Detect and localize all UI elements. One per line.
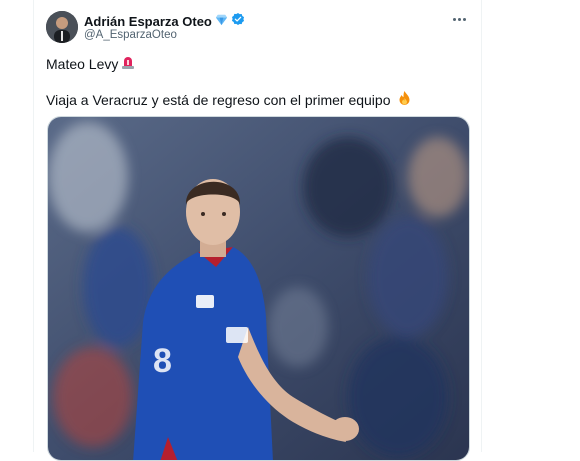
siren-emoji <box>120 54 136 73</box>
author-handle[interactable]: @A_EsparzaOteo <box>84 29 177 41</box>
verified-badge-icon <box>231 12 245 31</box>
author-avatar[interactable] <box>46 11 78 43</box>
tweet-card[interactable]: Adrián Esparza Oteo @A_EsparzaOteo Mateo… <box>33 0 482 461</box>
tweet-text-line-1: Mateo Levy <box>46 54 136 73</box>
tweet-text-body: Viaja a Veracruz y está de regreso con e… <box>46 91 391 108</box>
more-options-icon[interactable] <box>449 10 469 28</box>
tweet-photo[interactable]: 8 <box>47 116 470 461</box>
tweet-text-name: Mateo Levy <box>46 55 119 72</box>
svg-text:8: 8 <box>153 342 172 380</box>
author-name[interactable]: Adrián Esparza Oteo <box>84 14 212 29</box>
fire-emoji <box>397 90 412 109</box>
tweet-text-line-2: Viaja a Veracruz y está de regreso con e… <box>46 90 412 109</box>
diamond-icon <box>215 13 228 31</box>
